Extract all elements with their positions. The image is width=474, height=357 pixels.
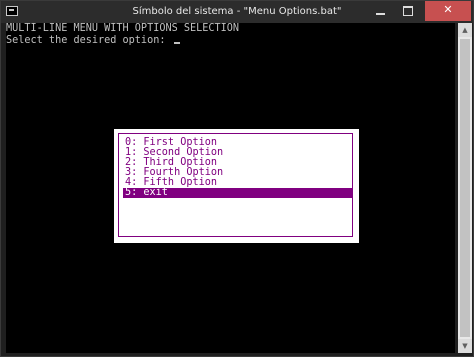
maximize-button[interactable] bbox=[395, 1, 421, 21]
title-bar[interactable]: Símbolo del sistema - "Menu Options.bat"… bbox=[1, 1, 473, 23]
prompt-text: Select the desired option: bbox=[6, 35, 172, 46]
minimize-icon bbox=[375, 13, 385, 15]
console-area[interactable]: MULTI-LINE MENU WITH OPTIONS SELECTION S… bbox=[6, 23, 455, 353]
minimize-button[interactable] bbox=[367, 1, 393, 21]
scroll-down-arrow-icon[interactable]: ▼ bbox=[458, 339, 472, 353]
maximize-icon bbox=[403, 6, 413, 16]
text-cursor bbox=[173, 42, 180, 44]
vertical-scrollbar[interactable]: ▲ ▼ bbox=[458, 23, 472, 353]
scroll-up-arrow-icon[interactable]: ▲ bbox=[458, 23, 472, 37]
scroll-thumb[interactable] bbox=[460, 39, 470, 337]
prompt-line: Select the desired option: bbox=[6, 35, 180, 47]
console-window: Símbolo del sistema - "Menu Options.bat"… bbox=[0, 0, 474, 357]
close-button[interactable]: ✕ bbox=[425, 1, 471, 21]
options-menu: 0: First Option 1: Second Option 2: Thir… bbox=[114, 129, 359, 243]
options-menu-frame: 0: First Option 1: Second Option 2: Thir… bbox=[118, 133, 353, 237]
console-header: MULTI-LINE MENU WITH OPTIONS SELECTION bbox=[6, 23, 240, 34]
menu-item-5[interactable]: 5: exit bbox=[123, 187, 353, 198]
